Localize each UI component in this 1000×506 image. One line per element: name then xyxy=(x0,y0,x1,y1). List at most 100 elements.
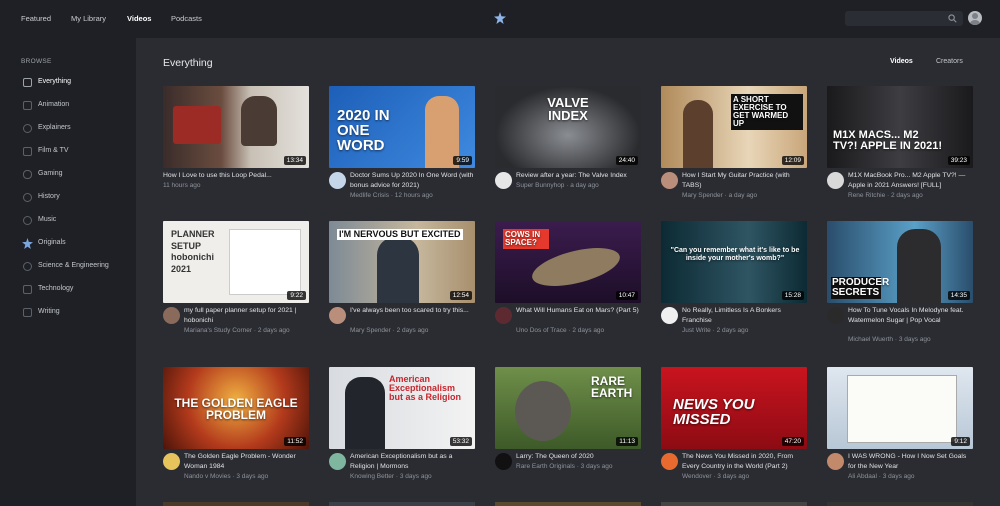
video-title[interactable]: What Will Humans Eat on Mars? (Part 5) xyxy=(516,306,641,316)
video-title[interactable]: How I Love to use this Loop Pedal... xyxy=(163,171,288,181)
browse-heading: BROWSE xyxy=(21,58,52,65)
video-thumbnail[interactable]: RARE EARTH 11:13 xyxy=(495,367,641,449)
play-square-icon xyxy=(23,78,32,87)
sidebar-item-history[interactable]: History xyxy=(21,191,131,205)
video-meta: 11 hours ago xyxy=(163,182,201,189)
channel-avatar[interactable] xyxy=(827,453,844,470)
video-thumbnail[interactable]: M1X MACS... M2 TV?! APPLE IN 2021! 39:23 xyxy=(827,86,973,168)
video-title[interactable]: I WAS WRONG - How I Now Set Goals for th… xyxy=(848,452,973,471)
video-title[interactable]: American Exceptionalism but as a Religio… xyxy=(350,452,475,471)
sidebar-item-gaming[interactable]: Gaming xyxy=(21,168,131,182)
channel-avatar[interactable] xyxy=(495,172,512,189)
video-meta: Wendover · 3 days ago xyxy=(682,473,750,480)
toggle-videos[interactable]: Videos xyxy=(890,58,913,65)
video-meta: Rene Ritchie · 2 days ago xyxy=(848,192,923,199)
sidebar-item-film-tv[interactable]: Film & TV xyxy=(21,145,131,159)
video-duration: 10:47 xyxy=(615,291,638,300)
nav-my-library[interactable]: My Library xyxy=(71,14,106,23)
video-meta: Super Bunnyhop · a day ago xyxy=(516,182,599,189)
video-thumbnail-partial[interactable] xyxy=(661,502,807,506)
pen-icon xyxy=(23,308,32,317)
video-thumbnail[interactable]: PLANNER SETUP hobonichi 2021 9:22 xyxy=(163,221,309,303)
video-title[interactable]: The News You Missed in 2020, From Every … xyxy=(682,452,807,471)
video-thumbnail[interactable]: 13:34 xyxy=(163,86,309,168)
user-avatar[interactable] xyxy=(968,11,982,25)
video-title[interactable]: How I Start My Guitar Practice (with TAB… xyxy=(682,171,807,190)
video-duration: 11:13 xyxy=(616,437,638,446)
video-title[interactable]: Doctor Sums Up 2020 In One Word (with bo… xyxy=(350,171,475,190)
video-title[interactable]: Larry: The Queen of 2020 xyxy=(516,452,641,462)
film-icon xyxy=(23,147,32,156)
nebula-logo-icon[interactable] xyxy=(494,12,506,24)
video-meta: Mariana's Study Corner · 2 days ago xyxy=(184,327,290,334)
sidebar-item-writing[interactable]: Writing xyxy=(21,306,131,320)
video-title[interactable]: No Really, Limitless Is A Bonkers Franch… xyxy=(682,306,807,325)
main-content: Everything Videos Creators 13:34 How I L… xyxy=(136,38,1000,506)
channel-avatar[interactable] xyxy=(827,172,844,189)
sidebar-item-originals[interactable]: Originals xyxy=(21,237,131,251)
animation-icon xyxy=(23,101,32,110)
video-duration: 12:54 xyxy=(449,291,472,300)
video-thumbnail[interactable]: American Exceptionalism but as a Religio… xyxy=(329,367,475,449)
video-title[interactable]: I've always been too scared to try this.… xyxy=(350,306,475,316)
video-meta: Knowing Better · 3 days ago xyxy=(350,473,432,480)
video-meta: Medlife Crisis · 12 hours ago xyxy=(350,192,433,199)
nav-videos[interactable]: Videos xyxy=(127,14,151,23)
channel-avatar[interactable] xyxy=(827,307,844,324)
channel-avatar[interactable] xyxy=(329,453,346,470)
video-thumbnail[interactable]: VALVE INDEX 24:40 xyxy=(495,86,641,168)
video-meta: Rare Earth Originals · 3 days ago xyxy=(516,463,613,470)
video-thumbnail[interactable]: THE GOLDEN EAGLE PROBLEM 11:52 xyxy=(163,367,309,449)
sidebar-item-everything[interactable]: Everything xyxy=(21,76,131,90)
channel-avatar[interactable] xyxy=(495,453,512,470)
channel-avatar[interactable] xyxy=(163,307,180,324)
video-meta: Just Write · 2 days ago xyxy=(682,327,749,334)
video-title[interactable]: M1X MacBook Pro... M2 Apple TV?! — Apple… xyxy=(848,171,973,190)
video-thumbnail[interactable]: PRODUCER SECRETS 14:35 xyxy=(827,221,973,303)
top-nav-bar: Featured My Library Videos Podcasts xyxy=(0,0,1000,38)
channel-avatar[interactable] xyxy=(329,307,346,324)
video-title[interactable]: How To Tune Vocals In Melodyne feat. Wat… xyxy=(848,306,973,325)
sidebar-item-music[interactable]: Music xyxy=(21,214,131,228)
nav-podcasts[interactable]: Podcasts xyxy=(171,14,202,23)
video-thumbnail-partial[interactable] xyxy=(827,502,973,506)
video-duration: 11:52 xyxy=(284,437,306,446)
video-meta: Ali Abdaal · 3 days ago xyxy=(848,473,915,480)
star-icon xyxy=(22,238,33,249)
search-icon[interactable] xyxy=(948,14,957,23)
channel-avatar[interactable] xyxy=(661,172,678,189)
channel-avatar[interactable] xyxy=(661,307,678,324)
video-duration: 9:12 xyxy=(951,437,970,446)
video-duration: 15:28 xyxy=(781,291,804,300)
video-duration: 12:09 xyxy=(781,156,804,165)
video-thumbnail[interactable]: "Can you remember what it's like to be i… xyxy=(661,221,807,303)
channel-avatar[interactable] xyxy=(329,172,346,189)
video-thumbnail[interactable]: COWS IN SPACE? 10:47 xyxy=(495,221,641,303)
video-duration: 39:23 xyxy=(947,156,970,165)
nav-featured[interactable]: Featured xyxy=(21,14,51,23)
video-thumbnail[interactable]: NEWS YOU MISSED 47:20 xyxy=(661,367,807,449)
channel-avatar[interactable] xyxy=(163,453,180,470)
sidebar-item-animation[interactable]: Animation xyxy=(21,99,131,113)
video-thumbnail-partial[interactable] xyxy=(329,502,475,506)
video-thumbnail-partial[interactable] xyxy=(163,502,309,506)
search-input[interactable] xyxy=(845,11,963,26)
video-title[interactable]: Review after a year: The Valve Index xyxy=(516,171,641,181)
channel-avatar[interactable] xyxy=(661,453,678,470)
lightbulb-icon xyxy=(23,124,32,133)
video-title[interactable]: The Golden Eagle Problem - Wonder Woman … xyxy=(184,452,309,471)
toggle-creators[interactable]: Creators xyxy=(936,58,963,65)
sidebar-item-explainers[interactable]: Explainers xyxy=(21,122,131,136)
sidebar: BROWSE Everything Animation Explainers F… xyxy=(0,38,136,506)
video-thumbnail[interactable]: 2020 IN ONE WORD 9:59 xyxy=(329,86,475,168)
video-thumbnail[interactable]: I'M NERVOUS BUT EXCITED 12:54 xyxy=(329,221,475,303)
channel-avatar[interactable] xyxy=(495,307,512,324)
video-thumbnail[interactable]: A SHORT EXERCISE TO GET WARMED UP 12:09 xyxy=(661,86,807,168)
video-title[interactable]: my full paper planner setup for 2021 | h… xyxy=(184,306,309,325)
sidebar-item-technology[interactable]: Technology xyxy=(21,283,131,297)
sidebar-item-science-engineering[interactable]: Science & Engineering xyxy=(21,260,131,274)
video-duration: 14:35 xyxy=(947,291,970,300)
video-meta: Mary Spender · 2 days ago xyxy=(350,327,429,334)
video-thumbnail-partial[interactable] xyxy=(495,502,641,506)
video-thumbnail[interactable]: 9:12 xyxy=(827,367,973,449)
